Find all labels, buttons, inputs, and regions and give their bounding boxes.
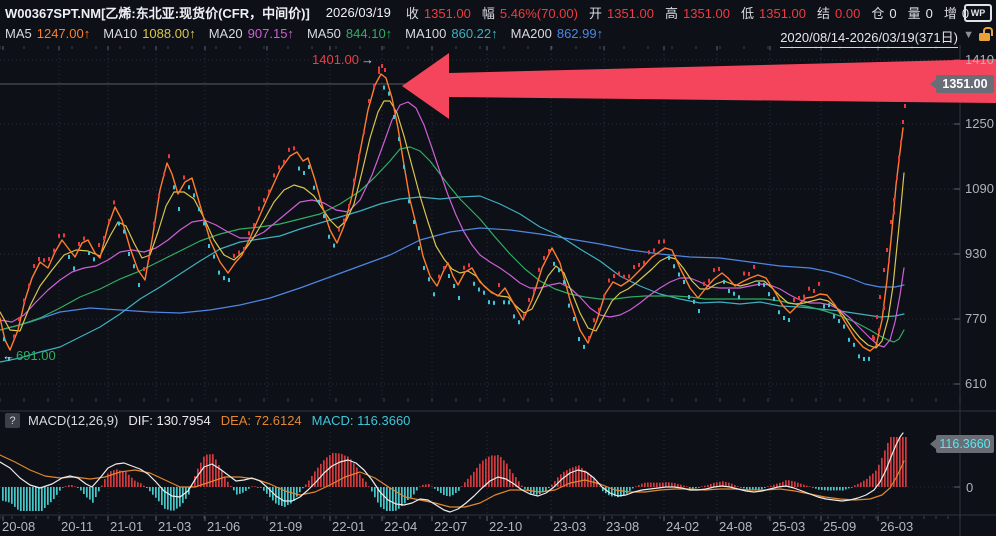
ma-legend-item: MA200862.99↑: [511, 26, 603, 41]
dif-line: [0, 433, 903, 512]
peak-annotation: 1401.00→: [312, 52, 374, 67]
ma-legend-item: MA51247.00↑: [5, 26, 90, 41]
ma-legend-item: MA100860.22↑: [405, 26, 497, 41]
x-axis-tick-label: 23-03: [553, 519, 586, 534]
help-icon[interactable]: ?: [5, 413, 20, 428]
x-axis-tick-label: 21-09: [269, 519, 302, 534]
x-axis-tick-label: 22-07: [434, 519, 467, 534]
quote-field: 高1351.00: [665, 3, 730, 22]
y-axis-tick-label: 1250: [965, 116, 994, 131]
chart-window: W00367SPT.NM[乙烯:东北亚:现货价(CFR，中间价)] 2026/0…: [0, 0, 996, 536]
last-price-badge: 1351.00: [936, 75, 994, 93]
left-arrow-icon: ←: [2, 348, 15, 363]
x-axis-tick-label: 22-01: [332, 519, 365, 534]
ma-legend: MA51247.00↑ MA101088.00↑ MA20907.15↑ MA5084…: [5, 26, 616, 41]
wp-badge-icon[interactable]: WP: [964, 4, 992, 22]
macd-value-badge: 116.3660: [936, 435, 994, 453]
macd-indicator-name[interactable]: MACD(12,26,9): [28, 413, 118, 428]
quote-header: W00367SPT.NM[乙烯:东北亚:现货价(CFR，中间价)] 2026/0…: [5, 3, 969, 22]
x-axis-tick-label: 24-02: [666, 519, 699, 534]
quote-field: 仓0: [871, 3, 896, 22]
x-axis-tick-label: 21-03: [158, 519, 191, 534]
macd-value: MACD: 116.3660: [312, 413, 411, 428]
x-axis-tick-label: 24-08: [719, 519, 752, 534]
x-axis-tick-label: 25-03: [772, 519, 805, 534]
y-axis-tick-label: 770: [965, 311, 987, 326]
chart-canvas[interactable]: [0, 0, 996, 536]
min-price-label: 691.00: [16, 348, 56, 363]
ma-legend-item: MA50844.10↑: [307, 26, 392, 41]
macd-header: ? MACD(12,26,9) DIF: 130.7954 DEA: 72.61…: [5, 413, 410, 428]
x-axis-tick-label: 21-01: [110, 519, 143, 534]
ma50-line: [0, 147, 904, 342]
x-axis-tick-label: 20-08: [2, 519, 35, 534]
y-axis-tick-label: 930: [965, 246, 987, 261]
ma20-line: [0, 102, 904, 347]
chevron-down-icon[interactable]: ▼: [963, 29, 974, 41]
x-axis-tick-label: 23-08: [606, 519, 639, 534]
red-arrow-annotation: [402, 53, 996, 119]
symbol-name: W00367SPT.NM[乙烯:东北亚:现货价(CFR，中间价)]: [5, 3, 310, 22]
date-range-selector[interactable]: 2020/08/14-2026/03/19(371日): [780, 27, 958, 48]
y-axis-tick-label: 1090: [965, 181, 994, 196]
x-axis-tick-label: 25-09: [823, 519, 856, 534]
quote-field: 量0: [908, 3, 933, 22]
quote-date: 2026/03/19: [326, 5, 391, 20]
x-axis-tick-label: 20-11: [61, 519, 93, 534]
ma200-line: [0, 228, 904, 330]
x-axis-tick-label: 26-03: [880, 519, 913, 534]
quote-field: 开1351.00: [589, 3, 654, 22]
quote-field: 收1351.00: [406, 3, 471, 22]
quote-field: 低1351.00: [741, 3, 806, 22]
right-arrow-icon: →: [361, 52, 374, 67]
peak-price-label: 1401.00: [312, 52, 359, 67]
x-axis-tick-label: 22-10: [489, 519, 522, 534]
quote-field: 结0.00: [817, 3, 860, 22]
unlock-icon[interactable]: [979, 33, 990, 41]
quote-fields: 收1351.00 幅5.46%(70.00) 开1351.00 高1351.00 低13…: [395, 3, 969, 22]
y-axis-tick-label: 610: [965, 376, 987, 391]
x-axis-tick-label: 22-04: [384, 519, 417, 534]
y-axis-tick-label: 1410: [965, 52, 994, 67]
dif-value: DIF: 130.7954: [128, 413, 210, 428]
ma-legend-item: MA101088.00↑: [103, 26, 195, 41]
dea-value: DEA: 72.6124: [221, 413, 302, 428]
ma5-line: [0, 74, 903, 351]
min-annotation: ←691.00: [2, 348, 56, 363]
macd-zero-label: 0: [966, 480, 973, 495]
x-axis-tick-label: 21-06: [207, 519, 240, 534]
ma100-line: [0, 196, 904, 362]
quote-field: 幅5.46%(70.00): [482, 3, 578, 22]
ma-legend-item: MA20907.15↑: [209, 26, 294, 41]
